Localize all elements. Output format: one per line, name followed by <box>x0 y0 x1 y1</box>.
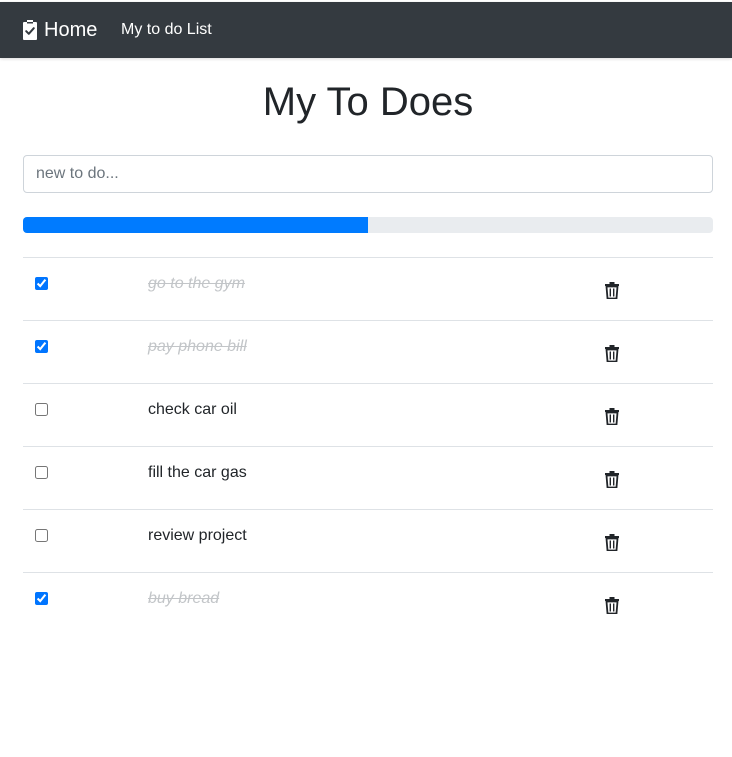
trash-icon <box>605 470 619 488</box>
trash-icon <box>605 407 619 425</box>
brand-home-link[interactable]: Home <box>22 2 97 58</box>
delete-todo-button[interactable] <box>605 532 623 552</box>
clipboard-check-icon <box>23 20 37 40</box>
progress-bar-track <box>23 217 713 233</box>
todo-text: pay phone bill <box>148 338 247 355</box>
delete-todo-button[interactable] <box>605 595 623 615</box>
todo-checkbox[interactable] <box>35 277 48 290</box>
navbar: Home My to do List <box>0 2 732 58</box>
todo-checkbox[interactable] <box>35 592 48 605</box>
todo-item: review project <box>23 509 713 572</box>
delete-todo-button[interactable] <box>605 406 623 426</box>
new-todo-input[interactable] <box>23 155 713 193</box>
todo-text: review project <box>148 527 247 544</box>
todo-item: check car oil <box>23 383 713 446</box>
progress-bar-fill <box>23 217 368 233</box>
todo-list: go to the gym pay phone bill check car o… <box>23 257 713 635</box>
todo-text: fill the car gas <box>148 464 247 481</box>
trash-icon <box>605 281 619 299</box>
todo-checkbox[interactable] <box>35 466 48 479</box>
todo-checkbox[interactable] <box>35 340 48 353</box>
todo-text: check car oil <box>148 401 237 418</box>
todo-item: go to the gym <box>23 257 713 320</box>
page-title: My To Does <box>262 80 474 124</box>
delete-todo-button[interactable] <box>605 469 623 489</box>
trash-icon <box>605 533 619 551</box>
todo-checkbox[interactable] <box>35 403 48 416</box>
todo-checkbox[interactable] <box>35 529 48 542</box>
todo-item: buy bread <box>23 572 713 635</box>
todo-item: fill the car gas <box>23 446 713 509</box>
todo-text: buy bread <box>148 590 220 607</box>
trash-icon <box>605 596 619 614</box>
brand-label: Home <box>44 18 98 41</box>
nav-link-my-todo-list[interactable]: My to do List <box>121 2 212 58</box>
delete-todo-button[interactable] <box>605 343 623 363</box>
todo-item: pay phone bill <box>23 320 713 383</box>
delete-todo-button[interactable] <box>605 280 623 300</box>
todo-text: go to the gym <box>148 275 245 292</box>
trash-icon <box>605 344 619 362</box>
